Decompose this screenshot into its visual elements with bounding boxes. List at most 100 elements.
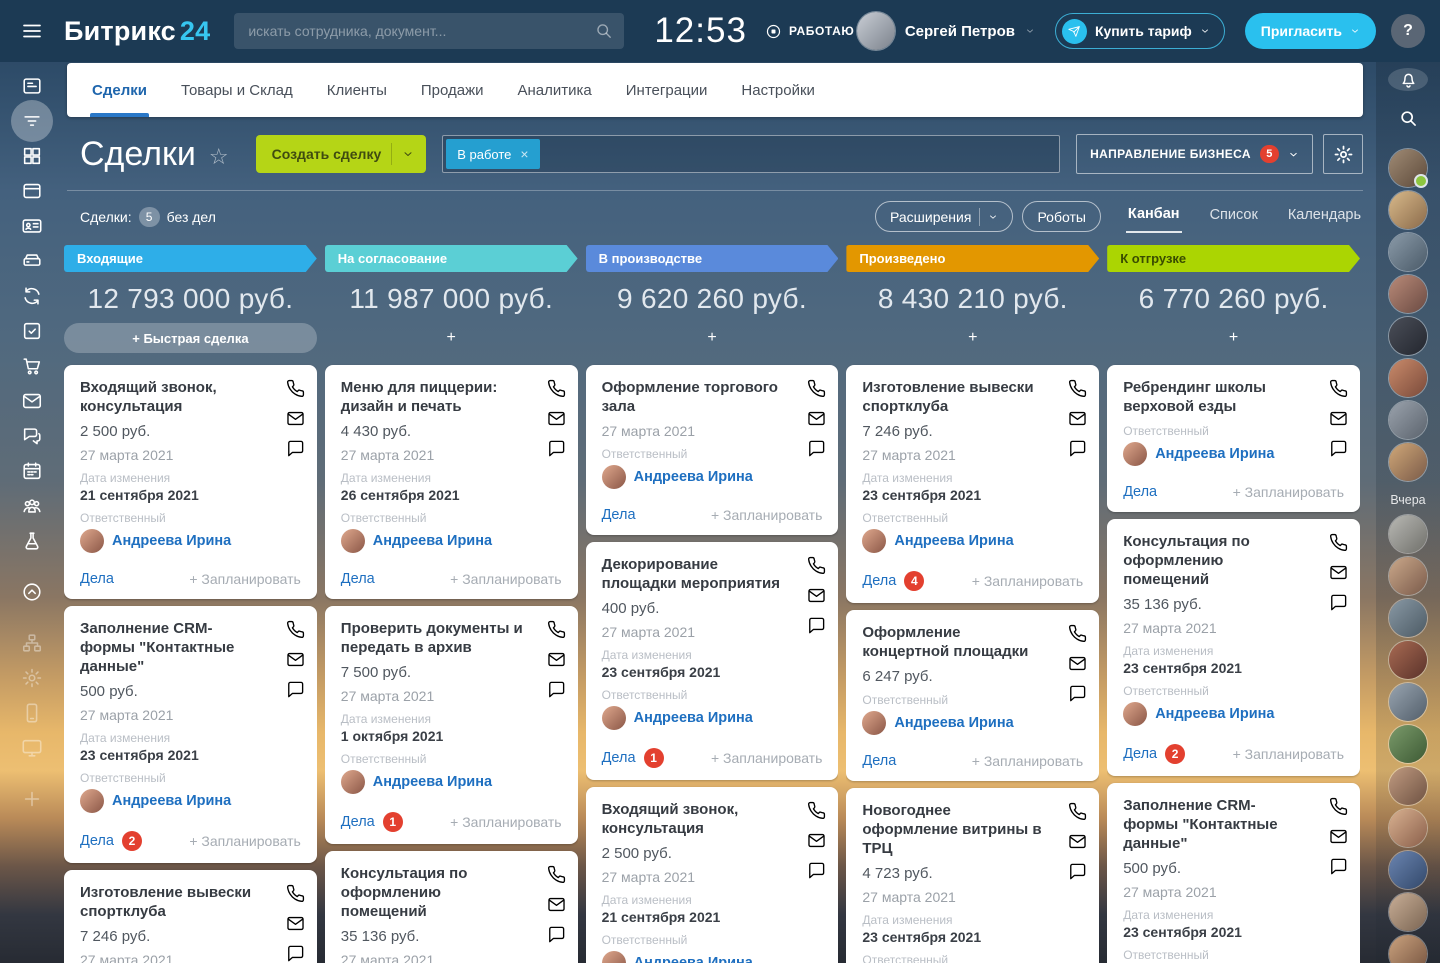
contact-avatar[interactable] bbox=[1389, 401, 1427, 439]
todos-link[interactable]: Дела bbox=[862, 753, 896, 769]
deal-title[interactable]: Оформление торгового зала bbox=[602, 378, 823, 416]
mail-icon[interactable] bbox=[286, 409, 305, 428]
buy-tariff-button[interactable]: Купить тариф bbox=[1055, 13, 1225, 49]
crm-button[interactable] bbox=[11, 100, 53, 142]
nav-tab[interactable]: Настройки bbox=[724, 63, 832, 117]
extensions-button[interactable]: Расширения bbox=[875, 201, 1013, 232]
todos-link[interactable]: Дела bbox=[602, 507, 636, 523]
todos-link[interactable]: Дела bbox=[1123, 746, 1157, 762]
deal-title[interactable]: Консультация по оформлению помещений bbox=[1123, 532, 1344, 589]
deal-card[interactable]: Заполнение CRM-формы "Контактные данные"… bbox=[64, 606, 317, 863]
deal-card[interactable]: Заполнение CRM-формы "Контактные данные"… bbox=[1107, 783, 1360, 963]
responsible-link[interactable]: Андреева Ирина bbox=[634, 469, 753, 485]
deal-card[interactable]: Входящий звонок, консультация 2 500 руб.… bbox=[586, 787, 839, 963]
schedule-link[interactable]: + Запланировать bbox=[711, 750, 822, 766]
nav-tab[interactable]: Продажи bbox=[404, 63, 501, 117]
shop-button[interactable] bbox=[11, 354, 53, 378]
deal-card[interactable]: Консультация по оформлению помещений 35 … bbox=[325, 851, 578, 963]
deal-card[interactable]: Ребрендинг школы верховой езды Ответстве… bbox=[1107, 365, 1360, 512]
contact-avatar[interactable] bbox=[1389, 149, 1427, 187]
contact-avatar[interactable] bbox=[1389, 851, 1427, 889]
contact-avatar[interactable] bbox=[1389, 599, 1427, 637]
app-logo[interactable]: Битрикс24 bbox=[64, 16, 210, 47]
drive-button[interactable] bbox=[11, 249, 53, 273]
mail-icon[interactable] bbox=[547, 409, 566, 428]
filter-search-bar[interactable]: В работе × bbox=[442, 135, 1060, 173]
contact-avatar[interactable] bbox=[1389, 683, 1427, 721]
view-tab[interactable]: Канбан bbox=[1126, 200, 1182, 233]
add-deal-button[interactable]: + bbox=[325, 323, 578, 353]
comment-icon[interactable] bbox=[1329, 857, 1348, 876]
call-icon[interactable] bbox=[1068, 624, 1087, 643]
deal-title[interactable]: Изготовление вывески спортклуба bbox=[862, 378, 1083, 416]
apps-button[interactable] bbox=[11, 144, 53, 168]
contact-avatar[interactable] bbox=[1389, 191, 1427, 229]
call-icon[interactable] bbox=[1068, 802, 1087, 821]
deal-title[interactable]: Входящий звонок, консультация bbox=[80, 378, 301, 416]
call-icon[interactable] bbox=[547, 379, 566, 398]
deal-card[interactable]: Изготовление вывески спортклуба 7 246 ру… bbox=[64, 870, 317, 963]
schedule-link[interactable]: + Запланировать bbox=[189, 833, 300, 849]
company-button[interactable] bbox=[11, 494, 53, 518]
workflows-button[interactable] bbox=[11, 284, 53, 308]
deal-card[interactable]: Меню для пиццерии: дизайн и печать 4 430… bbox=[325, 365, 578, 599]
comment-icon[interactable] bbox=[547, 439, 566, 458]
add-deal-button[interactable]: + bbox=[846, 323, 1099, 353]
contact-avatar[interactable] bbox=[1389, 275, 1427, 313]
nav-tab[interactable]: Клиенты bbox=[310, 63, 404, 117]
deal-title[interactable]: Ребрендинг школы верховой езды bbox=[1123, 378, 1344, 416]
deal-card[interactable]: Новогоднее оформление витрины в ТРЦ 4 72… bbox=[846, 788, 1099, 963]
calendar-button[interactable] bbox=[11, 459, 53, 483]
mail-icon[interactable] bbox=[1068, 654, 1087, 673]
marketing-button[interactable] bbox=[11, 529, 53, 553]
deal-card[interactable]: Изготовление вывески спортклуба 7 246 ру… bbox=[846, 365, 1099, 603]
messenger-button[interactable] bbox=[11, 424, 53, 448]
comment-icon[interactable] bbox=[286, 439, 305, 458]
contact-avatar[interactable] bbox=[1389, 641, 1427, 679]
deal-card[interactable]: Декорирование площадки мероприятия 400 р… bbox=[586, 542, 839, 780]
mail-icon[interactable] bbox=[1329, 827, 1348, 846]
sites-button[interactable] bbox=[11, 179, 53, 203]
create-deal-button[interactable]: Создать сделку bbox=[256, 135, 427, 173]
live-feed-button[interactable] bbox=[11, 74, 53, 98]
responsible-link[interactable]: Андреева Ирина bbox=[894, 533, 1013, 549]
deal-title[interactable]: Декорирование площадки мероприятия bbox=[602, 555, 823, 593]
tasks-button[interactable] bbox=[11, 319, 53, 343]
help-button[interactable]: ? bbox=[1376, 0, 1440, 62]
deal-card[interactable]: Консультация по оформлению помещений 35 … bbox=[1107, 519, 1360, 776]
call-icon[interactable] bbox=[1329, 379, 1348, 398]
business-direction-dropdown[interactable]: НАПРАВЛЕНИЕ БИЗНЕСА 5 bbox=[1076, 134, 1313, 174]
contact-avatar[interactable] bbox=[1389, 893, 1427, 931]
responsible-link[interactable]: Андреева Ирина bbox=[373, 774, 492, 790]
mail-icon[interactable] bbox=[807, 586, 826, 605]
mail-icon[interactable] bbox=[807, 409, 826, 428]
contact-avatar[interactable] bbox=[1389, 767, 1427, 805]
schedule-link[interactable]: + Запланировать bbox=[972, 753, 1083, 769]
todos-link[interactable]: Дела bbox=[341, 571, 375, 587]
call-icon[interactable] bbox=[286, 620, 305, 639]
responsible-link[interactable]: Андреева Ирина bbox=[112, 793, 231, 809]
call-icon[interactable] bbox=[547, 865, 566, 884]
comment-icon[interactable] bbox=[1068, 684, 1087, 703]
robots-button[interactable]: Роботы bbox=[1022, 201, 1100, 232]
comment-icon[interactable] bbox=[1329, 439, 1348, 458]
mail-icon[interactable] bbox=[1329, 563, 1348, 582]
deal-card[interactable]: Входящий звонок, консультация 2 500 руб.… bbox=[64, 365, 317, 599]
contact-avatar[interactable] bbox=[1389, 515, 1427, 553]
mail-icon[interactable] bbox=[286, 650, 305, 669]
collapse-menu-button[interactable] bbox=[11, 580, 53, 604]
nav-tab[interactable]: Аналитика bbox=[501, 63, 609, 117]
kanban-column-header[interactable]: На согласование bbox=[325, 245, 578, 272]
contact-avatar[interactable] bbox=[1389, 359, 1427, 397]
schedule-link[interactable]: + Запланировать bbox=[972, 573, 1083, 589]
notifications-button[interactable] bbox=[1388, 68, 1428, 91]
nav-tab[interactable]: Сделки bbox=[75, 63, 164, 117]
deal-title[interactable]: Меню для пиццерии: дизайн и печать bbox=[341, 378, 562, 416]
deal-title[interactable]: Оформление концертной площадки bbox=[862, 623, 1083, 661]
deal-card[interactable]: Оформление торгового зала 27 марта 2021 … bbox=[586, 365, 839, 535]
mail-icon[interactable] bbox=[547, 895, 566, 914]
mail-icon[interactable] bbox=[547, 650, 566, 669]
deal-title[interactable]: Консультация по оформлению помещений bbox=[341, 864, 562, 921]
deal-title[interactable]: Новогоднее оформление витрины в ТРЦ bbox=[862, 801, 1083, 858]
mail-icon[interactable] bbox=[1068, 409, 1087, 428]
